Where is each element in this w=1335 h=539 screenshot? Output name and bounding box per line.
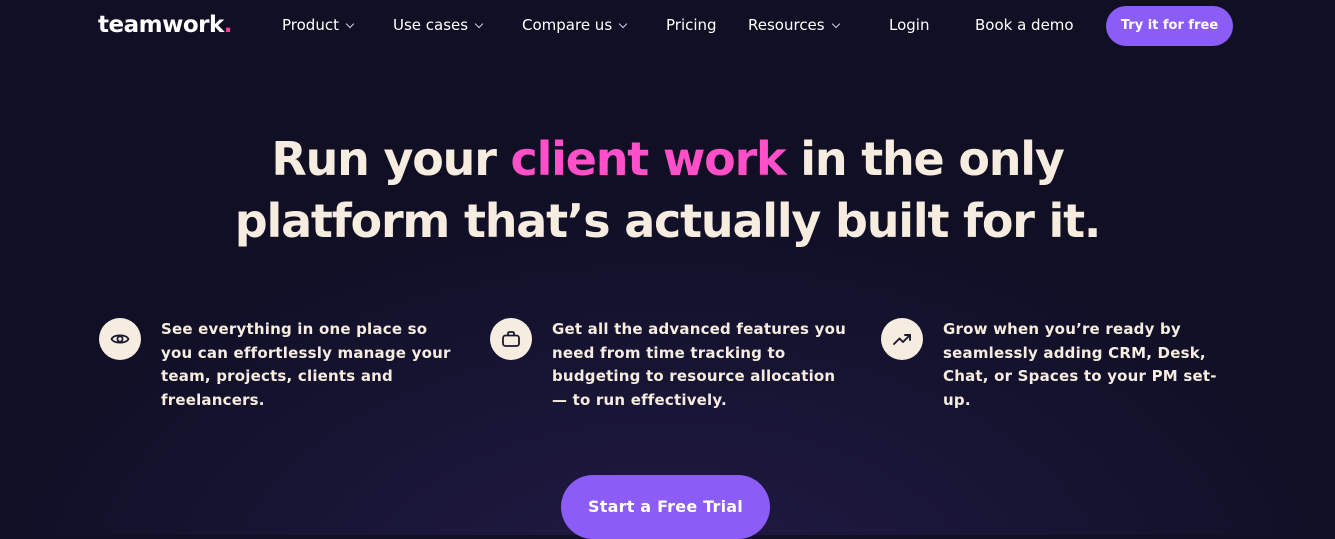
nav-use-cases-label: Use cases <box>393 16 469 34</box>
hero-headline: Run your client work in the only platfor… <box>0 128 1335 252</box>
headline-part2: in the only <box>785 132 1065 186</box>
start-free-trial-button[interactable]: Start a Free Trial <box>561 475 770 539</box>
headline-part1: Run your <box>271 132 511 186</box>
book-demo-link[interactable]: Book a demo <box>975 14 1074 36</box>
logo-wordmark: teamwork <box>98 12 224 38</box>
nav-use-cases[interactable]: Use cases <box>393 14 484 36</box>
chevron-down-icon <box>618 19 628 29</box>
nav-product[interactable]: Product <box>282 14 355 36</box>
top-nav: teamwork. Product Use cases Compare us P… <box>0 0 1335 50</box>
teamwork-logo[interactable]: teamwork. <box>98 10 233 40</box>
eye-icon <box>99 318 141 360</box>
nav-compare-us-label: Compare us <box>522 16 613 34</box>
trending-up-icon <box>881 318 923 360</box>
feature-text: See everything in one place so you can e… <box>161 320 451 409</box>
nav-resources[interactable]: Resources <box>748 14 840 36</box>
nav-compare-us[interactable]: Compare us <box>522 14 628 36</box>
nav-pricing-label: Pricing <box>666 16 717 34</box>
feature-text: Get all the advanced features you need f… <box>552 320 846 409</box>
chevron-down-icon <box>345 19 355 29</box>
headline-accent: client work <box>510 132 787 186</box>
hero-headline-line2: platform that’s actually built for it. <box>234 194 1102 248</box>
login-link[interactable]: Login <box>889 14 929 36</box>
logo-dot: . <box>223 12 233 38</box>
hero-headline-line1: Run your client work in the only <box>0 128 1335 190</box>
feature-text: Grow when you’re ready by seamlessly add… <box>943 320 1217 409</box>
nav-resources-label: Resources <box>748 16 825 34</box>
try-free-button[interactable]: Try it for free <box>1106 6 1233 46</box>
nav-pricing[interactable]: Pricing <box>666 14 717 36</box>
nav-product-label: Product <box>282 16 339 34</box>
chevron-down-icon <box>474 19 484 29</box>
chevron-down-icon <box>831 19 840 29</box>
briefcase-icon <box>490 318 532 360</box>
